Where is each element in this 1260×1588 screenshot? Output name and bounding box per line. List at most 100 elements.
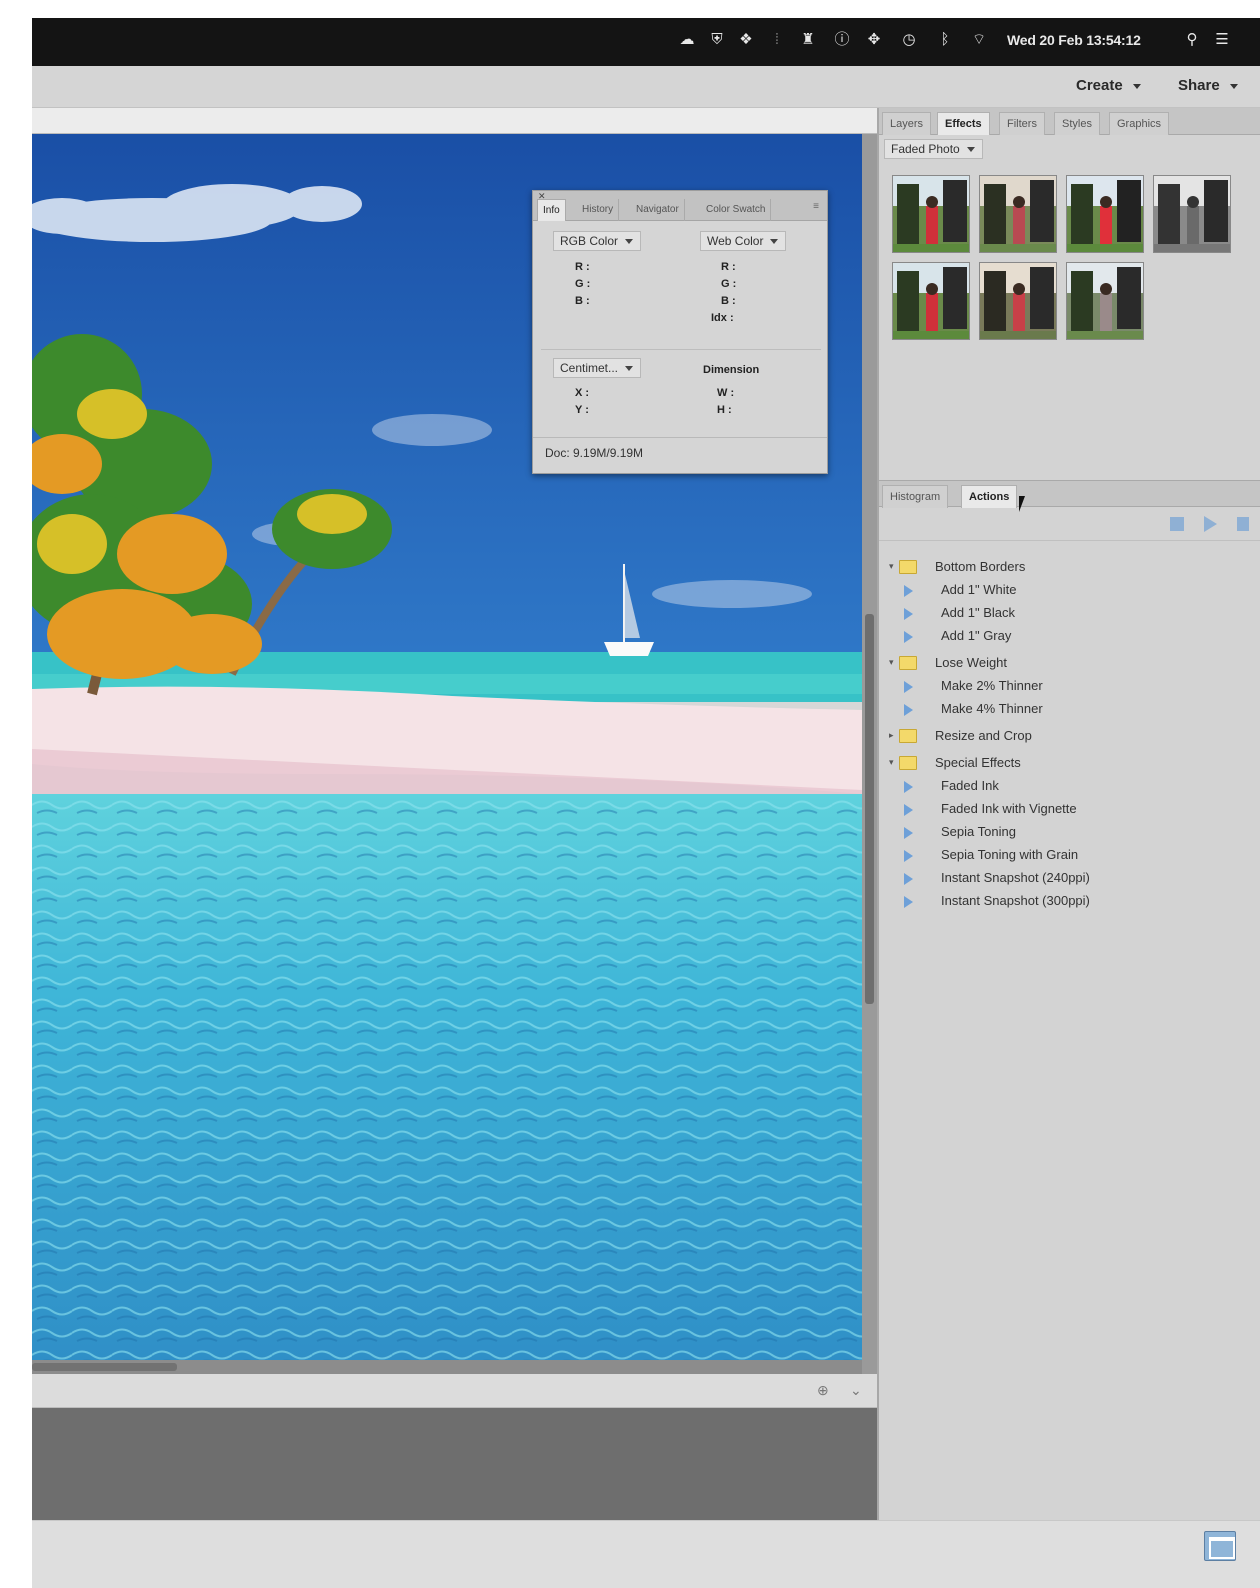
action-group[interactable]: ▾ Lose Weight: [879, 652, 1260, 675]
menu-clock[interactable]: Wed 20 Feb 13:54:12: [1007, 32, 1141, 48]
play-icon[interactable]: [1204, 516, 1217, 532]
expand-icon[interactable]: ▾: [889, 657, 894, 668]
action-group[interactable]: ▾ Special Effects: [879, 752, 1260, 775]
create-button[interactable]: Create: [1076, 77, 1141, 94]
tab-info[interactable]: Info: [537, 199, 566, 221]
play-icon: [904, 827, 913, 839]
clock-icon[interactable]: ◷: [899, 30, 919, 50]
action-item[interactable]: Faded Ink: [879, 775, 1260, 798]
effect-thumbnail[interactable]: [1066, 262, 1144, 340]
effect-thumbnail[interactable]: [979, 175, 1057, 253]
share-button[interactable]: Share: [1178, 77, 1238, 94]
tab-actions[interactable]: Actions: [961, 485, 1018, 508]
dropbox-icon[interactable]: ❖: [736, 30, 756, 50]
play-icon: [904, 608, 913, 620]
action-item-label: Make 2% Thinner: [941, 678, 1043, 693]
action-item[interactable]: Add 1" White: [879, 579, 1260, 602]
effect-category-select[interactable]: Faded Photo: [884, 139, 983, 159]
photo-bin: [32, 1408, 877, 1520]
info-icon[interactable]: ⓘ: [832, 30, 852, 50]
tab-effects[interactable]: Effects: [937, 112, 990, 135]
action-item[interactable]: Add 1" Gray: [879, 625, 1260, 648]
actions-panel: Histogram Actions ▾ Bottom Borders Add 1…: [879, 480, 1260, 1520]
search-icon[interactable]: ⚲: [1182, 30, 1202, 50]
shield-icon[interactable]: ⛨: [707, 30, 727, 50]
right-panel-group: Layers Effects Filters Styles Graphics F…: [879, 108, 1260, 1520]
grid-icon[interactable]: ⁞: [767, 30, 787, 50]
wifi-icon[interactable]: ⌔: [969, 30, 989, 50]
scroll-thumb[interactable]: [865, 614, 874, 1004]
action-group[interactable]: ▸ Resize and Crop: [879, 725, 1260, 748]
actions-toolbar: [879, 507, 1260, 541]
compass-icon[interactable]: ✥: [864, 30, 884, 50]
action-group-label: Bottom Borders: [935, 559, 1026, 574]
vertical-scrollbar[interactable]: [862, 134, 877, 1378]
action-item[interactable]: Make 2% Thinner: [879, 675, 1260, 698]
info-h-label: H :: [717, 404, 732, 416]
action-item[interactable]: Instant Snapshot (300ppi): [879, 890, 1260, 913]
info-web-b-label: B :: [721, 295, 736, 307]
action-item[interactable]: Add 1" Black: [879, 602, 1260, 625]
info-r-label: R :: [575, 261, 590, 273]
tab-histogram[interactable]: Histogram: [882, 485, 949, 508]
system-menu-bar: ☁ ⛨ ❖ ⁞ ♜ ⓘ ✥ ◷ ᛒ ⌔ Wed 20 Feb 13:54:12 …: [32, 18, 1260, 66]
play-icon: [904, 585, 913, 597]
effects-tab-row: Layers Effects Filters Styles Graphics: [879, 108, 1260, 135]
share-label: Share: [1178, 77, 1220, 94]
tab-navigator[interactable]: Navigator: [631, 199, 685, 221]
bluetooth-icon[interactable]: ᛒ: [935, 30, 955, 50]
action-item-label: Sepia Toning: [941, 824, 1016, 839]
folder-icon: [899, 656, 917, 670]
status-bar: ⊕ ⌄: [32, 1374, 877, 1408]
dimension-label: Dimension: [703, 364, 760, 376]
stop-icon[interactable]: [1170, 517, 1184, 531]
units-select[interactable]: Centimet...: [553, 358, 642, 378]
action-group[interactable]: ▾ Bottom Borders: [879, 556, 1260, 579]
info-web-color-select[interactable]: Web Color: [700, 231, 787, 251]
effect-thumbnail[interactable]: [1153, 175, 1231, 253]
effect-thumbnail[interactable]: [979, 262, 1057, 340]
panel-menu-icon[interactable]: ≡: [813, 201, 819, 212]
tab-styles[interactable]: Styles: [1054, 112, 1100, 135]
play-icon: [904, 873, 913, 885]
horizontal-scrollbar[interactable]: [32, 1360, 862, 1374]
chevron-down-icon: [1229, 83, 1238, 89]
action-item[interactable]: Faded Ink with Vignette: [879, 798, 1260, 821]
cloud-icon[interactable]: ☁: [677, 30, 697, 50]
effect-thumbnail[interactable]: [892, 175, 970, 253]
action-item-label: Add 1" Black: [941, 605, 1015, 620]
info-panel[interactable]: ✕ Info History Navigator Color Swatch ≡ …: [532, 190, 828, 474]
tab-history[interactable]: History: [577, 199, 620, 221]
expand-icon[interactable]: ▾: [889, 757, 894, 768]
info-color-mode-select[interactable]: RGB Color: [553, 231, 642, 251]
photo-bin-icon[interactable]: [1204, 1531, 1236, 1561]
trash-icon[interactable]: [1237, 517, 1249, 531]
tab-filters[interactable]: Filters: [999, 112, 1045, 135]
chevron-down-icon[interactable]: ⌄: [850, 1382, 862, 1399]
info-w-label: W :: [717, 387, 735, 399]
action-item-label: Faded Ink: [941, 778, 999, 793]
action-item[interactable]: Make 4% Thinner: [879, 698, 1260, 721]
tab-color-swatch[interactable]: Color Swatch: [701, 199, 772, 221]
folder-icon: [899, 756, 917, 770]
effect-thumbnail[interactable]: [892, 262, 970, 340]
scroll-thumb[interactable]: [32, 1363, 177, 1371]
action-item[interactable]: Instant Snapshot (240ppi): [879, 867, 1260, 890]
folder-icon: [899, 560, 917, 574]
list-icon[interactable]: ☰: [1212, 30, 1232, 50]
settings-icon[interactable]: ⊕: [817, 1382, 829, 1399]
tab-graphics[interactable]: Graphics: [1109, 112, 1170, 135]
tab-layers[interactable]: Layers: [882, 112, 932, 135]
action-item-label: Instant Snapshot (240ppi): [941, 870, 1090, 885]
expand-icon[interactable]: ▸: [889, 730, 894, 741]
action-item[interactable]: Sepia Toning with Grain: [879, 844, 1260, 867]
play-icon: [904, 681, 913, 693]
action-group-label: Lose Weight: [935, 655, 1008, 670]
bell-icon[interactable]: ♜: [798, 30, 818, 50]
expand-icon[interactable]: ▾: [889, 561, 894, 572]
info-y-label: Y :: [575, 404, 589, 416]
action-item[interactable]: Sepia Toning: [879, 821, 1260, 844]
info-web-g-label: G :: [721, 278, 737, 290]
effect-thumbnail[interactable]: [1066, 175, 1144, 253]
play-icon: [904, 804, 913, 816]
